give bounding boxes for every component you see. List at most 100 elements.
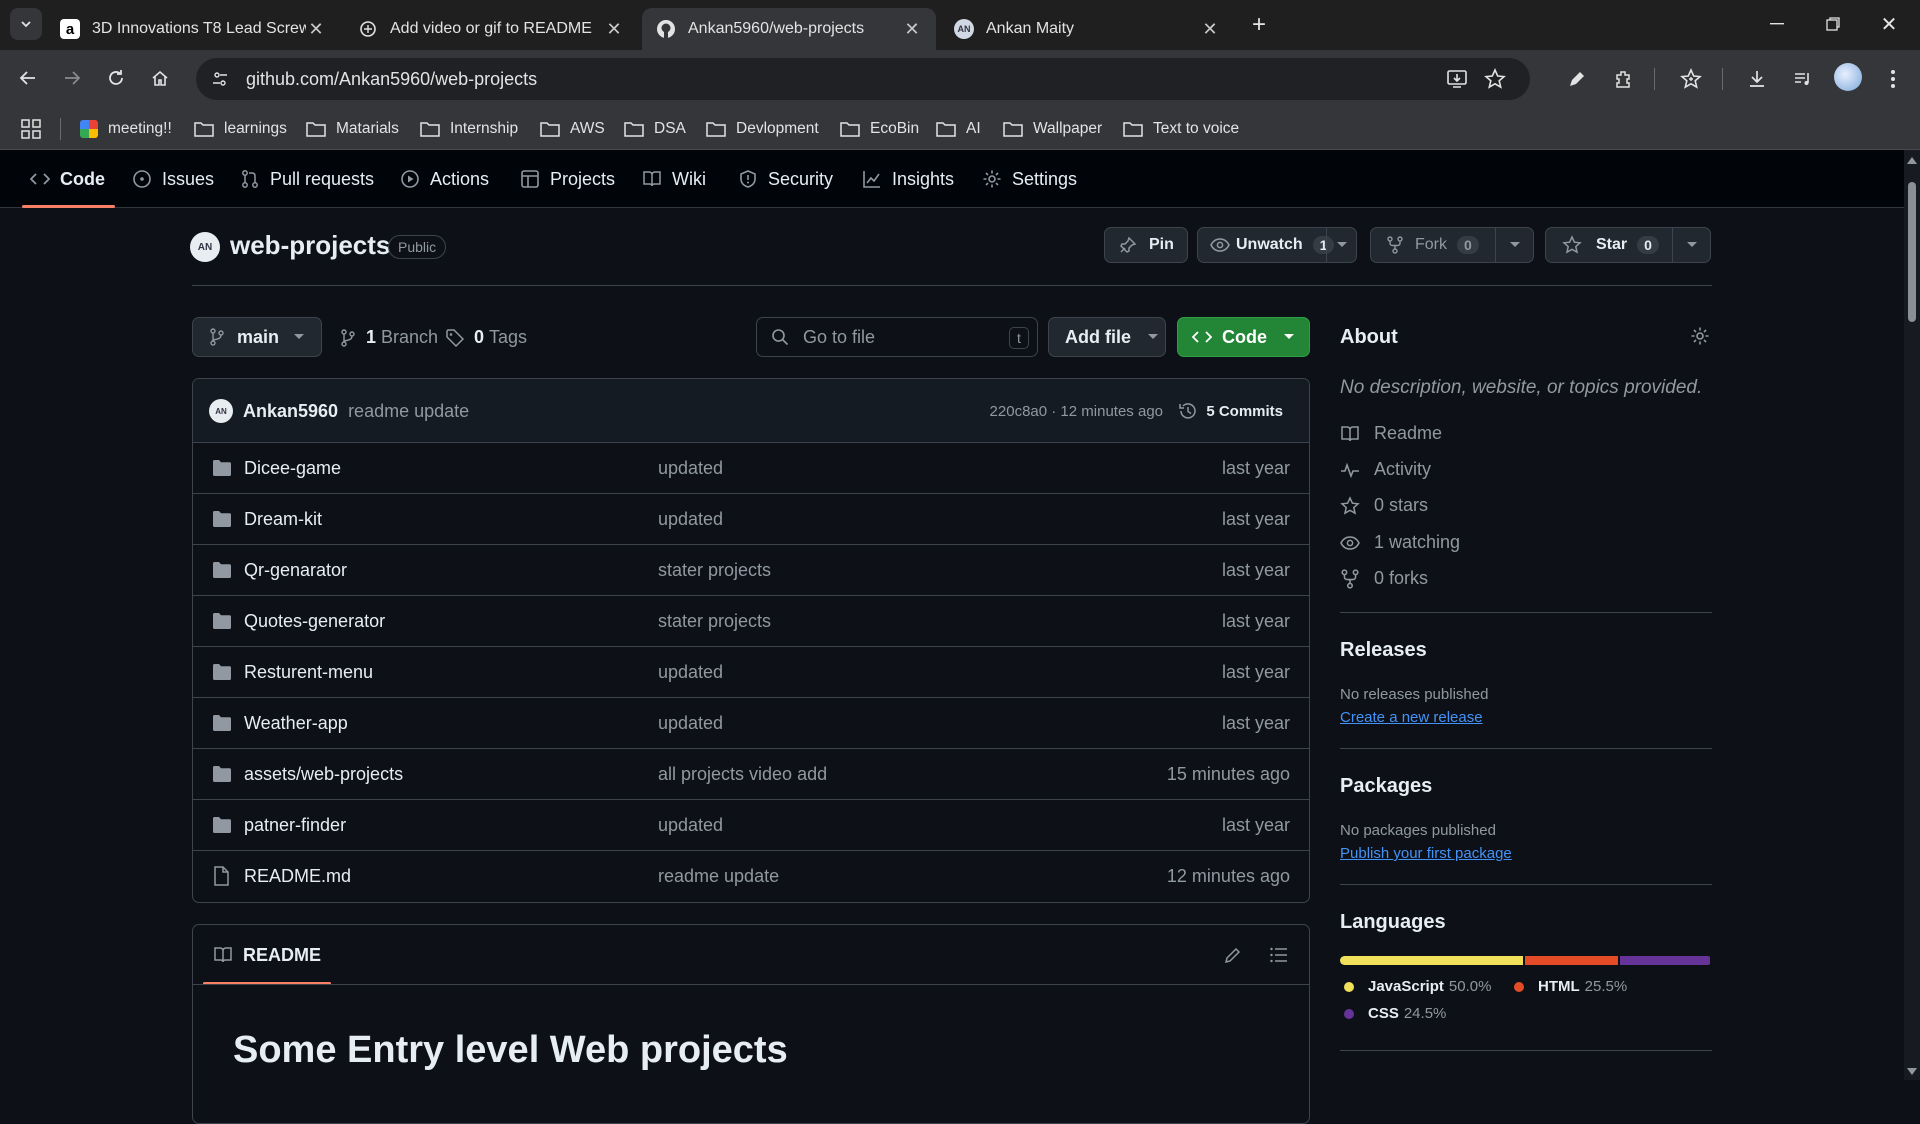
tab-wiki[interactable]: Wiki — [642, 150, 706, 208]
tab-search-icon[interactable] — [10, 8, 42, 40]
pin-button[interactable]: Pin — [1104, 227, 1188, 263]
favorites-icon[interactable] — [1674, 62, 1708, 96]
scrollbar-thumb[interactable] — [1908, 182, 1916, 322]
file-row[interactable]: assets/web-projects all projects video ad… — [192, 748, 1310, 799]
language-entry[interactable]: JavaScript 50.0% — [1344, 978, 1491, 995]
file-commit-message[interactable]: stater projects — [658, 560, 771, 581]
readme-link[interactable]: Readme — [1340, 423, 1442, 444]
branches-link[interactable]: 1 Branch — [340, 327, 438, 348]
file-row[interactable]: README.md readme update 12 minutes ago — [192, 850, 1310, 901]
restore-icon[interactable] — [1808, 6, 1858, 42]
close-tab-icon[interactable]: ✕ — [1200, 19, 1220, 40]
tab-pull-requests[interactable]: Pull requests — [240, 150, 374, 208]
code-button[interactable]: Code — [1177, 317, 1310, 357]
file-name[interactable]: Weather-app — [244, 713, 348, 734]
bookmark-folder[interactable]: EcoBin — [840, 108, 919, 150]
tab-code[interactable]: Code — [22, 150, 115, 208]
tags-link[interactable]: 0 Tags — [446, 327, 527, 348]
commit-hash-time[interactable]: 220c8a0 · 12 minutes ago — [990, 403, 1163, 420]
outline-list-icon[interactable] — [1269, 945, 1289, 965]
file-name[interactable]: Qr-genarator — [244, 560, 347, 581]
apps-grid-icon[interactable] — [18, 116, 44, 142]
bookmark-folder[interactable]: Matarials — [306, 108, 399, 150]
back-icon[interactable] — [10, 60, 46, 96]
file-name[interactable]: patner-finder — [244, 815, 346, 836]
forward-icon[interactable] — [54, 60, 90, 96]
unwatch-button[interactable]: Unwatch 1 — [1197, 227, 1357, 263]
tab-security[interactable]: Security — [738, 150, 833, 208]
bookmark-folder[interactable]: Text to voice — [1123, 108, 1239, 150]
file-row[interactable]: Qr-genarator stater projects last year — [192, 544, 1310, 595]
file-row[interactable]: Dicee-game updated last year — [192, 442, 1310, 493]
menu-kebab-icon[interactable] — [1876, 62, 1910, 96]
file-commit-message[interactable]: updated — [658, 458, 723, 479]
commits-link[interactable]: 5 Commits — [1178, 401, 1283, 421]
file-row[interactable]: Resturent-menu updated last year — [192, 646, 1310, 697]
close-window-icon[interactable]: ✕ — [1864, 6, 1914, 42]
download-icon[interactable] — [1740, 62, 1774, 96]
file-commit-message[interactable]: stater projects — [658, 611, 771, 632]
file-row[interactable]: patner-finder updated last year — [192, 799, 1310, 850]
close-tab-icon[interactable]: ✕ — [306, 19, 326, 40]
profile-avatar-icon[interactable] — [1834, 63, 1862, 91]
url-bar[interactable]: github.com/Ankan5960/web-projects — [196, 58, 1530, 100]
new-tab-icon[interactable]: + — [1244, 10, 1274, 40]
bookmark-folder[interactable]: learnings — [194, 108, 287, 150]
close-tab-icon[interactable]: ✕ — [604, 19, 624, 40]
bookmark-meeting[interactable]: meeting!! — [80, 108, 172, 150]
bookmark-folder[interactable]: Devlopment — [706, 108, 819, 150]
activity-link[interactable]: Activity — [1340, 459, 1431, 480]
tab-settings[interactable]: Settings — [982, 150, 1077, 208]
extensions-icon[interactable] — [1606, 62, 1640, 96]
stars-link[interactable]: 0 stars — [1340, 495, 1428, 516]
browser-tab[interactable]: a 3D Innovations T8 Lead Screw D ✕ — [46, 8, 340, 50]
file-row[interactable]: Dream-kit updated last year — [192, 493, 1310, 544]
browser-tab[interactable]: AN Ankan Maity ✕ — [940, 8, 1234, 50]
file-commit-message[interactable]: updated — [658, 509, 723, 530]
file-name[interactable]: assets/web-projects — [244, 764, 403, 785]
language-entry[interactable]: CSS 24.5% — [1344, 1005, 1446, 1022]
publish-package-link[interactable]: Publish your first package — [1340, 845, 1512, 862]
edit-icon[interactable] — [1223, 945, 1243, 965]
owner-avatar[interactable]: AN — [190, 232, 220, 262]
commit-message[interactable]: readme update — [348, 401, 469, 422]
file-name[interactable]: Dicee-game — [244, 458, 341, 479]
page-scrollbar[interactable] — [1904, 150, 1920, 1080]
commit-author[interactable]: Ankan5960 — [243, 401, 338, 422]
go-to-file-input[interactable]: Go to file t — [756, 317, 1038, 357]
bookmark-folder[interactable]: DSA — [624, 108, 686, 150]
watching-link[interactable]: 1 watching — [1340, 532, 1460, 553]
file-name[interactable]: Resturent-menu — [244, 662, 373, 683]
home-icon[interactable] — [142, 60, 178, 96]
install-app-icon[interactable] — [1446, 68, 1468, 90]
branch-selector[interactable]: main — [192, 317, 322, 357]
media-control-icon[interactable] — [1786, 62, 1820, 96]
forks-link[interactable]: 0 forks — [1340, 568, 1428, 589]
bookmark-folder[interactable]: Wallpaper — [1003, 108, 1102, 150]
tab-actions[interactable]: Actions — [400, 150, 489, 208]
language-entry[interactable]: HTML 25.5% — [1514, 978, 1627, 995]
repo-name[interactable]: web-projects — [230, 230, 390, 261]
file-commit-message[interactable]: readme update — [658, 866, 779, 887]
file-commit-message[interactable]: all projects video add — [658, 764, 827, 785]
create-release-link[interactable]: Create a new release — [1340, 709, 1483, 726]
file-commit-message[interactable]: updated — [658, 815, 723, 836]
pen-extension-icon[interactable] — [1560, 62, 1594, 96]
fork-button[interactable]: Fork 0 — [1370, 227, 1534, 263]
releases-heading[interactable]: Releases — [1340, 639, 1427, 662]
packages-heading[interactable]: Packages — [1340, 775, 1432, 798]
browser-tab[interactable]: Add video or gif to README ✕ — [344, 8, 638, 50]
bookmark-folder[interactable]: AI — [936, 108, 981, 150]
browser-tab-active[interactable]: Ankan5960/web-projects ✕ — [642, 8, 936, 50]
file-row[interactable]: Weather-app updated last year — [192, 697, 1310, 748]
reload-icon[interactable] — [98, 60, 134, 96]
file-name[interactable]: Quotes-generator — [244, 611, 385, 632]
file-name[interactable]: README.md — [244, 866, 351, 887]
star-button[interactable]: Star 0 — [1545, 227, 1711, 263]
readme-tab[interactable]: README — [203, 925, 332, 985]
file-commit-message[interactable]: updated — [658, 713, 723, 734]
tab-projects[interactable]: Projects — [520, 150, 615, 208]
tab-issues[interactable]: Issues — [132, 150, 214, 208]
bookmark-star-icon[interactable] — [1484, 68, 1506, 90]
site-info-icon[interactable] — [208, 67, 232, 91]
